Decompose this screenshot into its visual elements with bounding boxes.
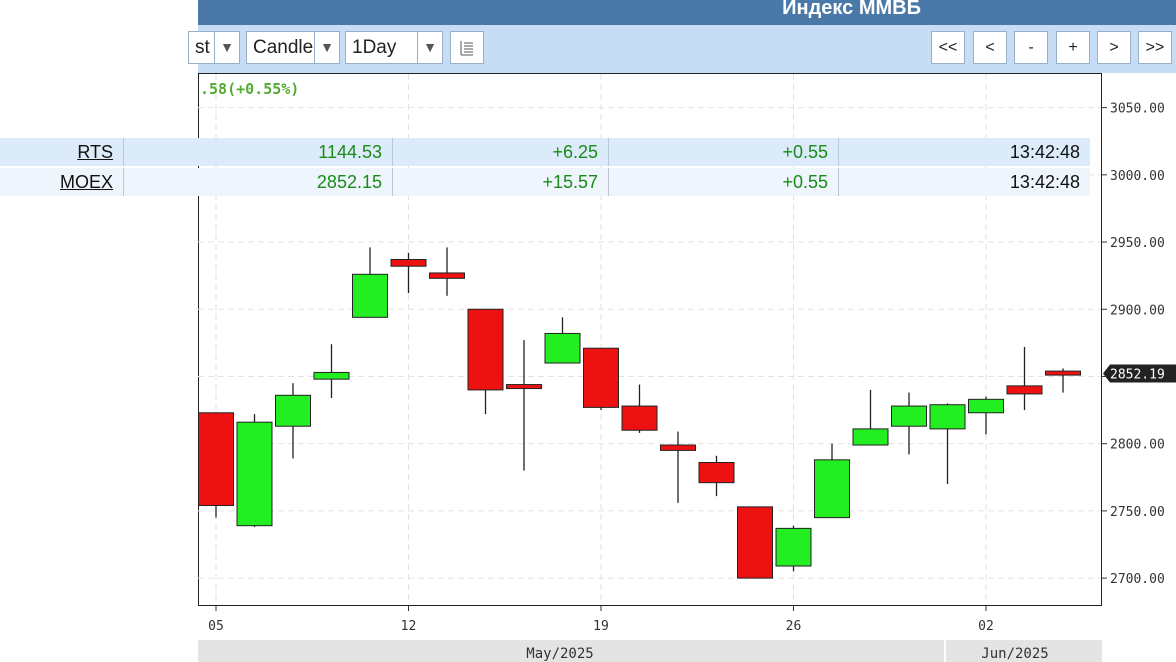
quote-last: 1144.53 [124, 138, 393, 166]
y-tick-label: 3050.00 [1110, 102, 1165, 117]
quote-last: 2852.15 [124, 168, 393, 196]
y-tick-label: 2750.00 [1110, 505, 1165, 520]
quote-time: 13:42:48 [1009, 142, 1080, 162]
y-tick-label: 2950.00 [1110, 236, 1165, 251]
quote-change: +15.57 [393, 168, 609, 196]
candle-down [1006, 385, 1043, 395]
candle-down [583, 347, 619, 408]
candle-down [390, 259, 427, 267]
y-tick-label: 2900.00 [1110, 303, 1165, 318]
candle-up [814, 459, 850, 519]
candle-down [506, 384, 542, 390]
candle-up [891, 405, 927, 427]
candle-down [1045, 370, 1081, 376]
candle-up [775, 527, 812, 567]
quote-row-moex: MOEX 2852.15 +15.57 +0.55 13:42:48 [0, 168, 1090, 196]
quote-change: +6.25 [393, 138, 609, 166]
month-label: Jun/2025 [981, 646, 1048, 662]
candle-down [621, 405, 658, 431]
candle-up [313, 371, 350, 380]
quote-change-pct: +0.55 [609, 138, 839, 166]
candle-up [544, 332, 581, 364]
x-tick-label: 19 [593, 619, 609, 634]
candlestick-chart: 2700.002750.002800.002850.002900.002950.… [198, 74, 1176, 662]
candle-up [275, 394, 311, 427]
candle-down [698, 462, 735, 484]
candle-up [929, 404, 966, 430]
last-price-label: 2852.19 [1110, 368, 1165, 383]
candle-up [852, 428, 889, 446]
quote-time: 13:42:48 [1009, 172, 1080, 192]
quote-name-link[interactable]: RTS [0, 138, 124, 166]
candle-down [429, 272, 465, 279]
x-tick-label: 12 [401, 619, 417, 634]
candle-up [968, 398, 1004, 414]
quote-change-pct: +0.55 [609, 168, 839, 196]
change-text: .58(+0.55%) [200, 80, 300, 98]
x-tick-label: 05 [208, 619, 224, 634]
x-tick-label: 26 [786, 619, 802, 634]
candle-down [467, 308, 504, 391]
y-tick-label: 2700.00 [1110, 572, 1165, 587]
candle-down [737, 506, 773, 579]
candle-down [198, 412, 234, 507]
quote-row-rts: RTS 1144.53 +6.25 +0.55 13:42:48 [0, 138, 1090, 166]
candle-up [236, 421, 273, 527]
month-label: May/2025 [526, 646, 593, 662]
quote-name-link[interactable]: MOEX [0, 168, 124, 196]
candle-down [660, 444, 696, 451]
y-tick-label: 3000.00 [1110, 169, 1165, 184]
x-tick-label: 02 [978, 619, 994, 634]
candle-up [352, 273, 388, 318]
y-tick-label: 2800.00 [1110, 438, 1165, 453]
